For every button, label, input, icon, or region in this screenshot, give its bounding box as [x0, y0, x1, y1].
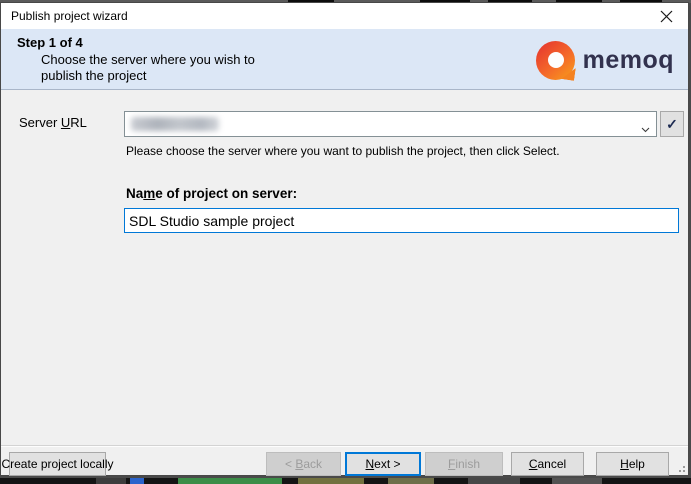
server-url-combobox[interactable]: [124, 111, 657, 137]
server-url-label: Server URL: [19, 115, 87, 130]
select-server-button[interactable]: ✓: [660, 111, 684, 137]
wizard-step-title: Step 1 of 4: [17, 35, 83, 50]
next-button[interactable]: Next >: [345, 452, 421, 476]
title-bar: Publish project wizard: [1, 3, 688, 29]
check-icon: ✓: [666, 116, 678, 133]
publish-project-wizard-dialog: Publish project wizard Step 1 of 4 Choos…: [0, 2, 689, 476]
help-button[interactable]: Help: [596, 452, 669, 476]
footer-separator: [1, 445, 688, 447]
wizard-step-description: Choose the server where you wish to publ…: [41, 52, 255, 84]
server-helper-text: Please choose the server where you want …: [126, 144, 560, 158]
memoq-wordmark: memoq: [583, 46, 674, 75]
project-name-label: Name of project on server:: [126, 186, 297, 201]
wizard-header: Step 1 of 4 Choose the server where you …: [1, 29, 688, 90]
window-title: Publish project wizard: [11, 9, 128, 23]
resize-grip[interactable]: [675, 462, 685, 472]
close-icon: [660, 10, 673, 23]
chevron-down-icon[interactable]: [641, 120, 650, 138]
back-button[interactable]: < Back: [266, 452, 341, 476]
create-project-locally-button[interactable]: Create project locally: [9, 452, 106, 476]
close-button[interactable]: [649, 3, 683, 29]
memoq-logo: memoq: [536, 39, 674, 81]
screen-background-bottom: [0, 478, 691, 484]
cancel-button[interactable]: Cancel: [511, 452, 584, 476]
server-url-redacted-value: [131, 117, 219, 131]
project-name-input[interactable]: [124, 208, 679, 233]
memoq-q-icon: [536, 41, 575, 80]
finish-button[interactable]: Finish: [425, 452, 503, 476]
